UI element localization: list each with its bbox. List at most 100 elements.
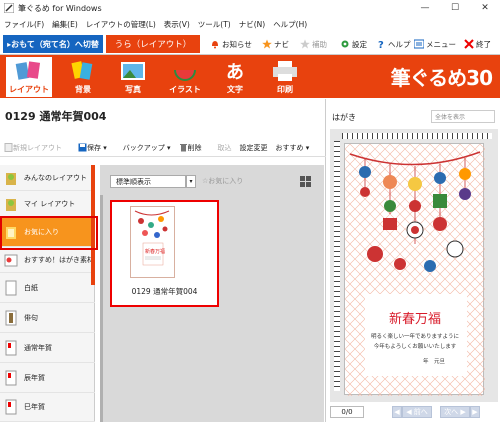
brush-icon: あ bbox=[226, 62, 244, 82]
close-icon bbox=[464, 39, 474, 49]
backup-button[interactable]: バックアップ ▾ bbox=[123, 143, 171, 153]
favorite-toggle[interactable]: ☆お気に入り bbox=[192, 176, 243, 186]
question-icon: ? bbox=[378, 40, 384, 49]
category-minna-layout[interactable]: みんなのレイアウト bbox=[0, 165, 95, 191]
save-button[interactable]: 保存 ▾ bbox=[78, 143, 115, 153]
help-button[interactable]: ? ヘルプ bbox=[376, 37, 411, 51]
preview-pager: 0/0 ◀ ◀ 前へ 次へ ▶ ▶ bbox=[330, 404, 498, 420]
blank-page-icon bbox=[5, 280, 17, 295]
printer-icon bbox=[273, 61, 297, 81]
card-greeting: 新春万福 bbox=[388, 312, 441, 327]
last-page-button[interactable]: ▶ bbox=[470, 406, 480, 418]
prev-page-button[interactable]: ◀ 前へ bbox=[402, 406, 432, 418]
menu-icon bbox=[414, 39, 424, 49]
menu-layout-manage[interactable]: レイアウトの管理(L) bbox=[86, 19, 156, 30]
next-page-button[interactable]: 次へ ▶ bbox=[440, 406, 470, 418]
menu-button[interactable]: メニュー bbox=[414, 37, 456, 51]
postcard-art bbox=[345, 144, 485, 396]
delete-icon bbox=[179, 144, 187, 152]
star-outline-icon bbox=[300, 39, 310, 49]
menu-bar: ファイル(F) 編集(E) レイアウトの管理(L) 表示(V) ツール(T) ナ… bbox=[0, 16, 500, 32]
delete-button[interactable]: 削除 bbox=[179, 143, 210, 153]
layout-thumbnail-item[interactable]: 新春万福 0129 通常年賀004 bbox=[110, 200, 219, 307]
category-list: みんなのレイアウト マイ レイアウト お気に入り おすすめ！はがき素材 白紙 俳… bbox=[0, 165, 95, 422]
category-normal-nenga[interactable]: 通常年賀 bbox=[0, 333, 95, 363]
layout-icon bbox=[15, 61, 41, 80]
document-title: 0129 通常年賀004 bbox=[5, 110, 107, 123]
category-mi-nenga[interactable]: 巳年賀 bbox=[0, 393, 95, 422]
category-recommended-material[interactable]: おすすめ！はがき素材 bbox=[0, 247, 95, 273]
notice-button[interactable]: お知らせ bbox=[210, 37, 252, 51]
menu-file[interactable]: ファイル(F) bbox=[4, 19, 44, 30]
thumbnail-card: 新春万福 bbox=[130, 206, 175, 278]
first-page-button[interactable]: ◀ bbox=[392, 406, 402, 418]
minimize-button[interactable]: — bbox=[410, 0, 440, 16]
svg-text:新春万福: 新春万福 bbox=[145, 248, 165, 255]
folder-icon bbox=[6, 172, 16, 185]
background-icon bbox=[71, 61, 93, 80]
save-icon bbox=[78, 143, 87, 152]
thumbnail-art: 新春万福 bbox=[134, 210, 170, 266]
category-my-layout[interactable]: マイ レイアウト bbox=[0, 191, 95, 217]
menu-help[interactable]: ヘルプ(H) bbox=[273, 19, 307, 30]
new-layout-button[interactable]: 新規レイアウト bbox=[4, 143, 70, 153]
postcard: 新春万福 明るく楽しい一年でありますように 今年もよろしくお願いいたします 年 … bbox=[344, 143, 485, 396]
photo-button[interactable]: 写真 bbox=[110, 57, 156, 97]
menu-edit[interactable]: 編集(E) bbox=[52, 19, 78, 30]
close-window-button[interactable]: ✕ bbox=[470, 0, 500, 16]
layout-button[interactable]: レイアウト bbox=[6, 57, 52, 97]
import-button[interactable]: 取込 bbox=[218, 143, 232, 153]
svg-text:?: ? bbox=[378, 40, 384, 49]
postcard-icon bbox=[4, 254, 18, 266]
star-icon bbox=[262, 39, 272, 49]
category-tatsu-nenga[interactable]: 辰年賀 bbox=[0, 363, 95, 393]
nenga-card-icon bbox=[5, 370, 17, 385]
nenga-card-icon bbox=[5, 340, 17, 355]
top-toolbar: ▸おもて（宛て名）へ切替 うら（レイアウト） お知らせ ナビ 補助 設定 ? ヘ… bbox=[0, 33, 500, 55]
new-doc-icon bbox=[4, 143, 13, 152]
card-date: 年 元旦 bbox=[423, 359, 446, 365]
assist-button[interactable]: 補助 bbox=[300, 37, 327, 51]
back-layout-tab[interactable]: うら（レイアウト） bbox=[106, 35, 200, 53]
layout-pane: 0129 通常年賀004 新規レイアウト 保存 ▾ バックアップ ▾ 削除 取込… bbox=[0, 99, 326, 422]
card-message-line2: 今年もよろしくお願いいたします bbox=[373, 344, 457, 350]
preview-pane: はがき 全体を表示 新春万福 明るく楽しい一年でありますように 今年もよろしくお… bbox=[327, 99, 500, 422]
menu-navi[interactable]: ナビ(N) bbox=[239, 19, 265, 30]
recommend-button[interactable]: おすすめ ▾ bbox=[276, 143, 310, 153]
nenga-card-icon bbox=[5, 399, 17, 415]
photo-icon bbox=[121, 62, 145, 80]
svg-text:あ: あ bbox=[226, 62, 244, 82]
settings-button[interactable]: 設定 bbox=[340, 37, 367, 51]
settings-change-button[interactable]: 設定変更 bbox=[240, 143, 268, 153]
grid-view-icon[interactable] bbox=[300, 176, 311, 187]
folder-icon bbox=[6, 198, 16, 211]
bell-icon bbox=[212, 41, 218, 49]
navi-button[interactable]: ナビ bbox=[262, 37, 289, 51]
horizontal-ruler bbox=[342, 133, 492, 139]
haiku-icon bbox=[5, 310, 17, 325]
background-button[interactable]: 背景 bbox=[60, 57, 106, 97]
thumbnail-caption: 0129 通常年賀004 bbox=[131, 287, 198, 296]
preview-title: はがき bbox=[332, 113, 356, 122]
text-button[interactable]: あ 文字 bbox=[212, 57, 258, 97]
illust-button[interactable]: イラスト bbox=[162, 57, 208, 97]
card-message-line1: 明るく楽しい一年でありますように bbox=[371, 334, 459, 340]
display-mode-select[interactable]: 全体を表示 bbox=[431, 110, 495, 123]
gear-icon bbox=[341, 40, 349, 48]
menu-tools[interactable]: ツール(T) bbox=[198, 19, 231, 30]
category-haiku[interactable]: 俳句 bbox=[0, 303, 95, 333]
postcard-preview-area: 新春万福 明るく楽しい一年でありますように 今年もよろしくお願いいたします 年 … bbox=[330, 129, 498, 402]
switch-front-tab[interactable]: ▸おもて（宛て名）へ切替 bbox=[3, 35, 103, 53]
vertical-ruler bbox=[334, 141, 340, 391]
product-logo: 筆ぐるめ30 bbox=[390, 66, 493, 90]
sort-select[interactable]: 標準順表示 bbox=[110, 175, 186, 188]
gallery-scrollbar[interactable] bbox=[100, 195, 103, 422]
category-blank[interactable]: 白紙 bbox=[0, 273, 95, 303]
print-button[interactable]: 印刷 bbox=[262, 57, 308, 97]
layout-toolbar: 新規レイアウト 保存 ▾ バックアップ ▾ 削除 取込 設定変更 おすすめ ▾ bbox=[0, 139, 326, 157]
ribbon: レイアウト 背景 写真 イラスト あ 文字 印刷 筆ぐるめ30 bbox=[0, 55, 500, 98]
exit-button[interactable]: 終了 bbox=[464, 37, 491, 51]
menu-view[interactable]: 表示(V) bbox=[164, 19, 190, 30]
illust-icon bbox=[174, 70, 196, 81]
maximize-button[interactable]: ☐ bbox=[440, 0, 470, 16]
